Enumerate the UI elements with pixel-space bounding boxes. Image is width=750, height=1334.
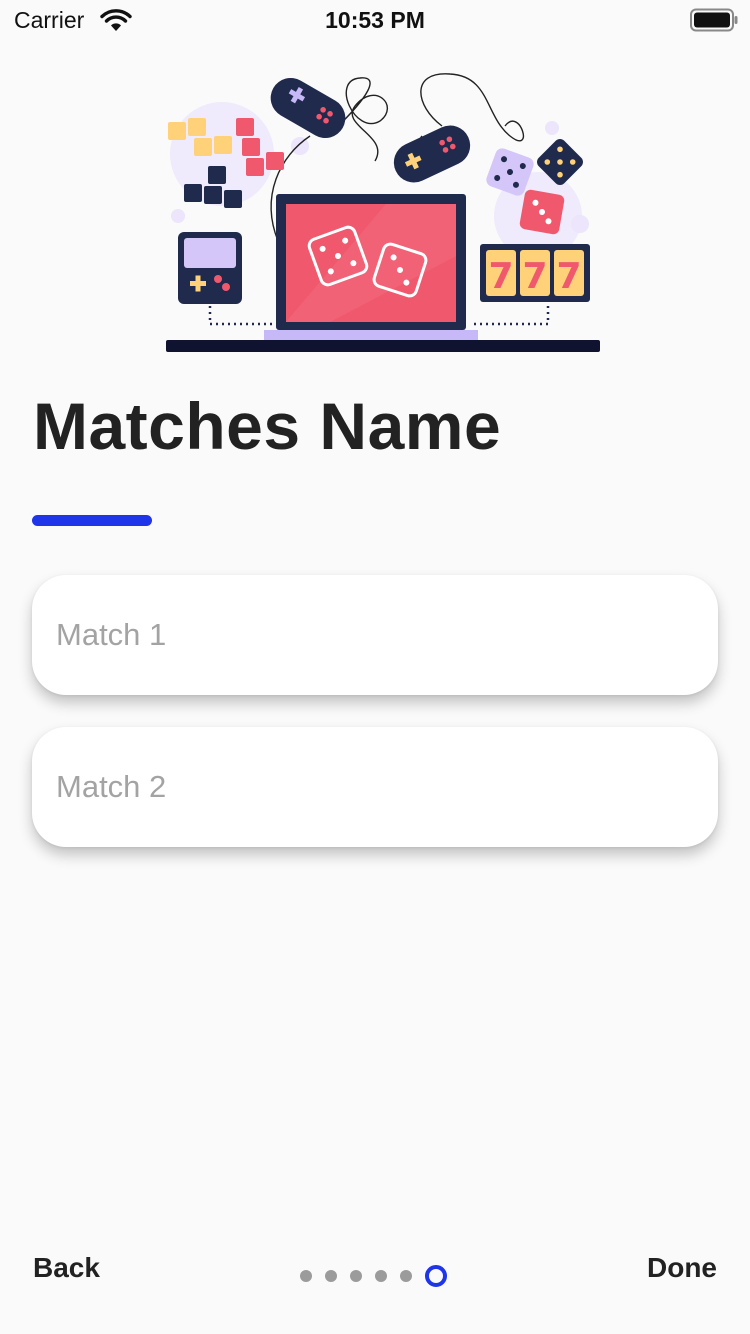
- title-underline: [32, 515, 152, 526]
- slot-symbol: 7: [556, 256, 581, 297]
- back-button[interactable]: Back: [33, 1252, 100, 1284]
- status-bar: Carrier 10:53 PM: [0, 0, 750, 40]
- page-dot-active: [425, 1265, 447, 1287]
- slot-symbol: 7: [488, 256, 513, 297]
- battery-full-icon: [690, 8, 738, 32]
- page-dot: [375, 1270, 387, 1282]
- match-2-input[interactable]: [56, 727, 686, 847]
- slot-symbol: 7: [522, 256, 547, 297]
- match-1-card: [32, 575, 718, 695]
- page-dot: [300, 1270, 312, 1282]
- page-dot: [400, 1270, 412, 1282]
- done-button[interactable]: Done: [647, 1252, 717, 1284]
- page-title: Matches Name: [33, 389, 502, 463]
- gaming-devices-illustration: 7 7 7: [166, 73, 600, 352]
- page-dot: [325, 1270, 337, 1282]
- match-1-input[interactable]: [56, 575, 686, 695]
- page-dot: [350, 1270, 362, 1282]
- match-2-card: [32, 727, 718, 847]
- status-time: 10:53 PM: [325, 7, 425, 33]
